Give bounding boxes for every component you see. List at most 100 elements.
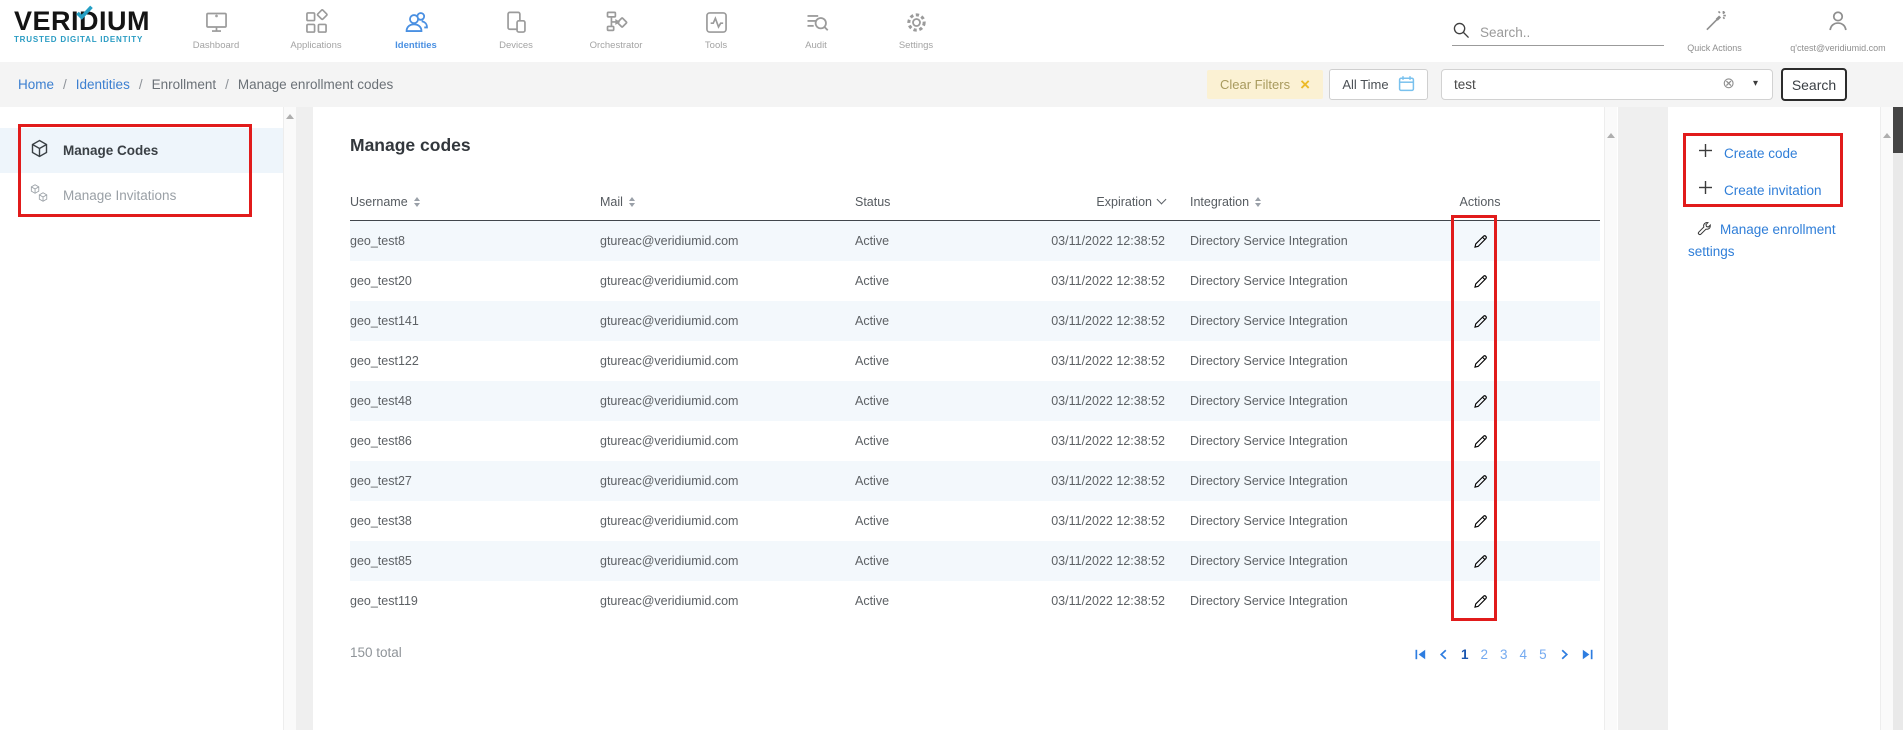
nav-item-applications[interactable]: Applications <box>266 0 366 62</box>
edit-action-button[interactable] <box>1468 269 1492 293</box>
cell-integration: Directory Service Integration <box>1190 514 1450 528</box>
brand-name: VERIDIUM <box>14 7 174 36</box>
pagination-page-5[interactable]: 5 <box>1539 647 1547 662</box>
column-header-status: Status <box>855 195 1005 209</box>
manage-enrollment-settings-link[interactable]: Manage enrollment settings <box>1688 219 1868 263</box>
cell-expiration: 03/11/2022 12:38:52 <box>1005 514 1165 528</box>
nav-item-label: Audit <box>805 40 827 51</box>
pagination-page-4[interactable]: 4 <box>1520 647 1528 662</box>
nav-item-tools[interactable]: Tools <box>666 0 766 62</box>
cell-status: Active <box>855 434 1005 448</box>
pagination-last-icon[interactable] <box>1582 649 1593 660</box>
cell-expiration: 03/11/2022 12:38:52 <box>1005 554 1165 568</box>
nav-item-settings[interactable]: Settings <box>866 0 966 62</box>
pagination-page-1[interactable]: 1 <box>1461 647 1469 662</box>
edit-action-button[interactable] <box>1468 389 1492 413</box>
search-options-caret-icon[interactable]: ▾ <box>1753 78 1758 89</box>
cell-username: geo_test48 <box>350 394 600 408</box>
edit-action-button[interactable] <box>1468 549 1492 573</box>
content-scrollbar[interactable] <box>1604 107 1617 730</box>
quick-actions-button[interactable]: Quick Actions <box>1672 8 1757 53</box>
column-header-integration[interactable]: Integration <box>1190 195 1450 209</box>
pagination-page-3[interactable]: 3 <box>1500 647 1508 662</box>
veridium-logo[interactable]: VERIDIUM TRUSTED DIGITAL IDENTITY <box>14 7 174 44</box>
cell-expiration: 03/11/2022 12:38:52 <box>1005 434 1165 448</box>
cell-actions <box>1450 269 1510 293</box>
cell-integration: Directory Service Integration <box>1190 434 1450 448</box>
edit-action-button[interactable] <box>1468 429 1492 453</box>
right-panel-scrollbar[interactable] <box>1880 107 1893 730</box>
window-scrollbar-thumb[interactable] <box>1893 107 1903 153</box>
nav-item-dashboard[interactable]: Dashboard <box>166 0 266 62</box>
brand-tagline: TRUSTED DIGITAL IDENTITY <box>14 35 174 44</box>
pagination-page-2[interactable]: 2 <box>1481 647 1489 662</box>
table-row: geo_test85gtureac@veridiumid.comActive03… <box>350 541 1600 581</box>
clear-filters-label: Clear Filters <box>1220 77 1290 92</box>
cell-integration: Directory Service Integration <box>1190 234 1450 248</box>
clear-filters-button[interactable]: Clear Filters × <box>1207 70 1323 99</box>
breadcrumb-item-identities[interactable]: Identities <box>76 77 130 92</box>
column-label: Mail <box>600 195 623 209</box>
cell-expiration: 03/11/2022 12:38:52 <box>1005 274 1165 288</box>
column-header-mail[interactable]: Mail <box>600 195 855 209</box>
breadcrumb-item-home[interactable]: Home <box>18 77 54 92</box>
cell-actions <box>1450 589 1510 613</box>
cell-status: Active <box>855 354 1005 368</box>
cell-expiration: 03/11/2022 12:38:52 <box>1005 474 1165 488</box>
sidebar-item-manage-codes[interactable]: Manage Codes <box>0 128 283 173</box>
nav-item-orchestrator[interactable]: Orchestrator <box>566 0 666 62</box>
filter-search: ⊗ ▾ <box>1441 69 1773 100</box>
user-icon <box>1825 8 1851 39</box>
date-range-button[interactable]: All Time <box>1329 69 1428 100</box>
create-code-link[interactable]: Create code <box>1698 143 1798 163</box>
window-scrollbar[interactable] <box>1893 107 1903 730</box>
nav-item-label: Orchestrator <box>590 40 643 51</box>
cell-mail: gtureac@veridiumid.com <box>600 314 855 328</box>
nav-item-audit[interactable]: Audit <box>766 0 866 62</box>
table-row: geo_test38gtureac@veridiumid.comActive03… <box>350 501 1600 541</box>
cell-expiration: 03/11/2022 12:38:52 <box>1005 394 1165 408</box>
edit-action-button[interactable] <box>1468 469 1492 493</box>
sort-icon <box>629 197 635 207</box>
codes-table: UsernameMail StatusExpiration Integration A… <box>350 183 1600 621</box>
global-search-input[interactable] <box>1480 25 1664 40</box>
cell-status: Active <box>855 554 1005 568</box>
column-label: Actions <box>1460 195 1501 209</box>
cell-actions <box>1450 429 1510 453</box>
clear-input-icon[interactable]: ⊗ <box>1722 76 1735 91</box>
column-header-username[interactable]: Username <box>350 195 600 209</box>
cell-mail: gtureac@veridiumid.com <box>600 394 855 408</box>
nav-item-devices[interactable]: Devices <box>466 0 566 62</box>
pagination-prev-icon[interactable] <box>1438 649 1449 660</box>
table-row: geo_test8gtureac@veridiumid.comActive03/… <box>350 221 1600 261</box>
edit-action-button[interactable] <box>1468 309 1492 333</box>
sidebar-scrollbar[interactable] <box>283 107 296 730</box>
pagination-first-icon[interactable] <box>1415 649 1426 660</box>
edit-action-button[interactable] <box>1468 229 1492 253</box>
edit-action-button[interactable] <box>1468 589 1492 613</box>
sidebar-item-label: Manage Invitations <box>63 188 176 203</box>
table-header-row: UsernameMail StatusExpiration Integration A… <box>350 183 1600 221</box>
nav-item-label: Tools <box>705 40 727 51</box>
cubes-icon <box>30 184 49 208</box>
pagination-next-icon[interactable] <box>1559 649 1570 660</box>
create-invitation-link[interactable]: Create invitation <box>1698 180 1822 200</box>
cell-integration: Directory Service Integration <box>1190 394 1450 408</box>
edit-action-button[interactable] <box>1468 509 1492 533</box>
tools-icon <box>703 7 730 37</box>
cell-expiration: 03/11/2022 12:38:52 <box>1005 234 1165 248</box>
nav-item-identities[interactable]: Identities <box>366 0 466 62</box>
sidebar-item-manage-invitations[interactable]: Manage Invitations <box>0 173 283 218</box>
breadcrumb-separator: / <box>225 77 229 92</box>
breadcrumb-bar: Home/Identities/Enrollment/Manage enroll… <box>0 62 1903 107</box>
cell-username: geo_test85 <box>350 554 600 568</box>
nav-item-label: Settings <box>899 40 933 51</box>
search-button[interactable]: Search <box>1781 68 1847 101</box>
cell-expiration: 03/11/2022 12:38:52 <box>1005 354 1165 368</box>
top-navbar: VERIDIUM TRUSTED DIGITAL IDENTITY Dashbo… <box>0 0 1903 62</box>
cell-status: Active <box>855 474 1005 488</box>
column-header-expiration[interactable]: Expiration <box>1005 195 1165 209</box>
user-menu-button[interactable]: q'ctest@veridiumid.com <box>1768 8 1903 53</box>
edit-action-button[interactable] <box>1468 349 1492 373</box>
applications-icon <box>303 7 330 37</box>
